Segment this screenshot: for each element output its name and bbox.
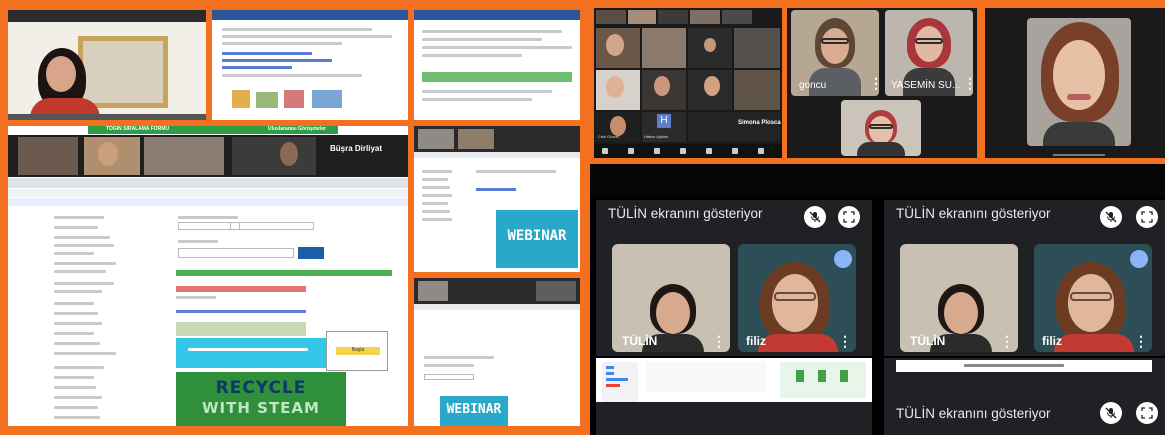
fullscreen-button[interactable] bbox=[838, 206, 860, 228]
mute-presenter-button[interactable] bbox=[804, 206, 826, 228]
mic-off-icon bbox=[809, 211, 821, 223]
cam-tile-tulin: TÜLİN ⋮ bbox=[612, 244, 730, 352]
fullscreen-icon bbox=[1141, 407, 1153, 419]
cam-more-icon-a[interactable]: ⋮ bbox=[712, 334, 726, 348]
zoom-gallery-grid: Ceki Gürsel H Hatice Aybike Simona Plosc… bbox=[594, 8, 782, 158]
h-avatar: H bbox=[657, 114, 671, 128]
browser-screen-tile: TOGİN SIRALAMA FORMU Uluslararası Görüşm… bbox=[8, 126, 408, 426]
webinar-title: WEBINAR bbox=[507, 228, 567, 244]
form-banner-left: TOGİN SIRALAMA FORMU bbox=[106, 126, 170, 132]
shared-document-tile-2 bbox=[414, 10, 580, 120]
mic-off-icon bbox=[1105, 211, 1117, 223]
fullscreen-button-3[interactable] bbox=[1136, 402, 1158, 424]
zoom-single-speaker-panel bbox=[985, 8, 1165, 158]
simona-name: Simona Plosca bbox=[738, 120, 781, 126]
cam-more-icon-b[interactable]: ⋮ bbox=[838, 334, 852, 348]
meet-presenting-banner: TÜLİN ekranını gösteriyor bbox=[608, 206, 763, 221]
meet-shared-screen-panel bbox=[596, 358, 872, 435]
meet-presenting-banner-3: TÜLİN ekranını gösteriyor bbox=[896, 406, 1051, 421]
cam-name-tulin-2: TÜLİN bbox=[910, 334, 946, 348]
meet-presenting-banner-2: TÜLİN ekranını gösteriyor bbox=[896, 206, 1051, 221]
speaker-tile-small bbox=[841, 100, 921, 156]
form-banner-right: Uluslararası Görüşmeler bbox=[268, 126, 327, 132]
fullscreen-icon bbox=[1141, 211, 1153, 223]
speaker-name-goncu: goncu bbox=[799, 80, 827, 91]
more-options-icon[interactable]: ⋮ bbox=[869, 76, 879, 90]
cam-tile-filiz: filiz ⋮ bbox=[738, 244, 856, 352]
meet-panel-a: TÜLİN ekranını gösteriyor TÜLİN ⋮ filiz … bbox=[596, 200, 872, 356]
speaker-name-yasemin: YASEMİN SU... bbox=[891, 80, 961, 91]
recycle-subtitle: WITH STEAM bbox=[202, 399, 320, 417]
start-button[interactable]: Başla bbox=[336, 347, 380, 355]
participant-label-2: Hatice Aybike bbox=[644, 134, 669, 139]
zoom-speakers-panel: goncu ⋮ YASEMİN SU... ⋮ bbox=[787, 8, 977, 158]
shared-document-tile bbox=[212, 10, 408, 120]
mute-presenter-button-3[interactable] bbox=[1100, 402, 1122, 424]
meet-panel-b: TÜLİN ekranını gösteriyor TÜLİN ⋮ filiz … bbox=[884, 200, 1165, 356]
participant-name-overlay: Büşra Dirliyat bbox=[330, 144, 383, 153]
cam-name-filiz: filiz bbox=[746, 334, 766, 348]
recycle-title: RECYCLE bbox=[215, 378, 307, 398]
fullscreen-button-2[interactable] bbox=[1136, 206, 1158, 228]
meet-top-bar bbox=[590, 166, 1165, 196]
cam-name-tulin: TÜLİN bbox=[622, 334, 658, 348]
more-options-icon-2[interactable]: ⋮ bbox=[963, 76, 973, 90]
cam-more-icon-d[interactable]: ⋮ bbox=[1134, 334, 1148, 348]
cam-more-icon-c[interactable]: ⋮ bbox=[1000, 334, 1014, 348]
mic-off-icon bbox=[1105, 407, 1117, 419]
speaker-video-tile bbox=[8, 10, 206, 120]
speaker-large-tile bbox=[1027, 18, 1131, 146]
cam-tile-filiz-2: filiz ⋮ bbox=[1034, 244, 1152, 352]
zoom-toolbar[interactable] bbox=[594, 144, 782, 158]
webinar-screen-tile-2: WEBINAR bbox=[414, 278, 580, 426]
mute-presenter-button-2[interactable] bbox=[1100, 206, 1122, 228]
meet-panel-d: TÜLİN ekranını gösteriyor bbox=[884, 358, 1165, 435]
speaker-tile-goncu: goncu ⋮ bbox=[791, 10, 879, 96]
participant-label-1: Ceki Gürsel bbox=[598, 134, 619, 139]
cam-name-filiz-2: filiz bbox=[1042, 334, 1062, 348]
webinar-screen-tile: WEBINAR bbox=[414, 126, 580, 272]
speaker-tile-yasemin: YASEMİN SU... ⋮ bbox=[885, 10, 973, 96]
cam-tile-tulin-2: TÜLİN ⋮ bbox=[900, 244, 1018, 352]
simona-tile bbox=[688, 112, 780, 142]
fullscreen-icon bbox=[843, 211, 855, 223]
webinar-title-small: WEBINAR bbox=[446, 402, 502, 417]
